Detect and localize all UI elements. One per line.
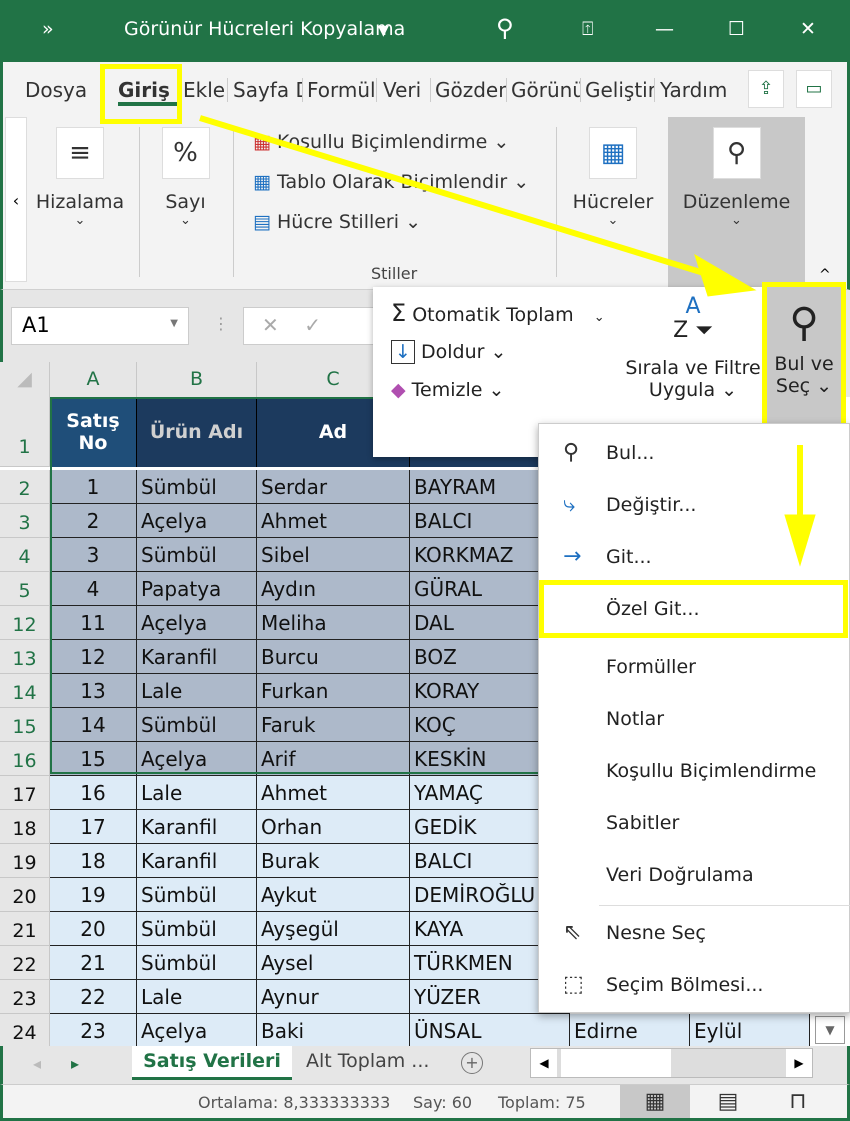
arrow-line-diagonal	[199, 115, 721, 281]
arrow-head-down	[784, 514, 816, 567]
annotation-arrows	[199, 115, 816, 567]
arrow-head-diagonal	[694, 253, 757, 297]
